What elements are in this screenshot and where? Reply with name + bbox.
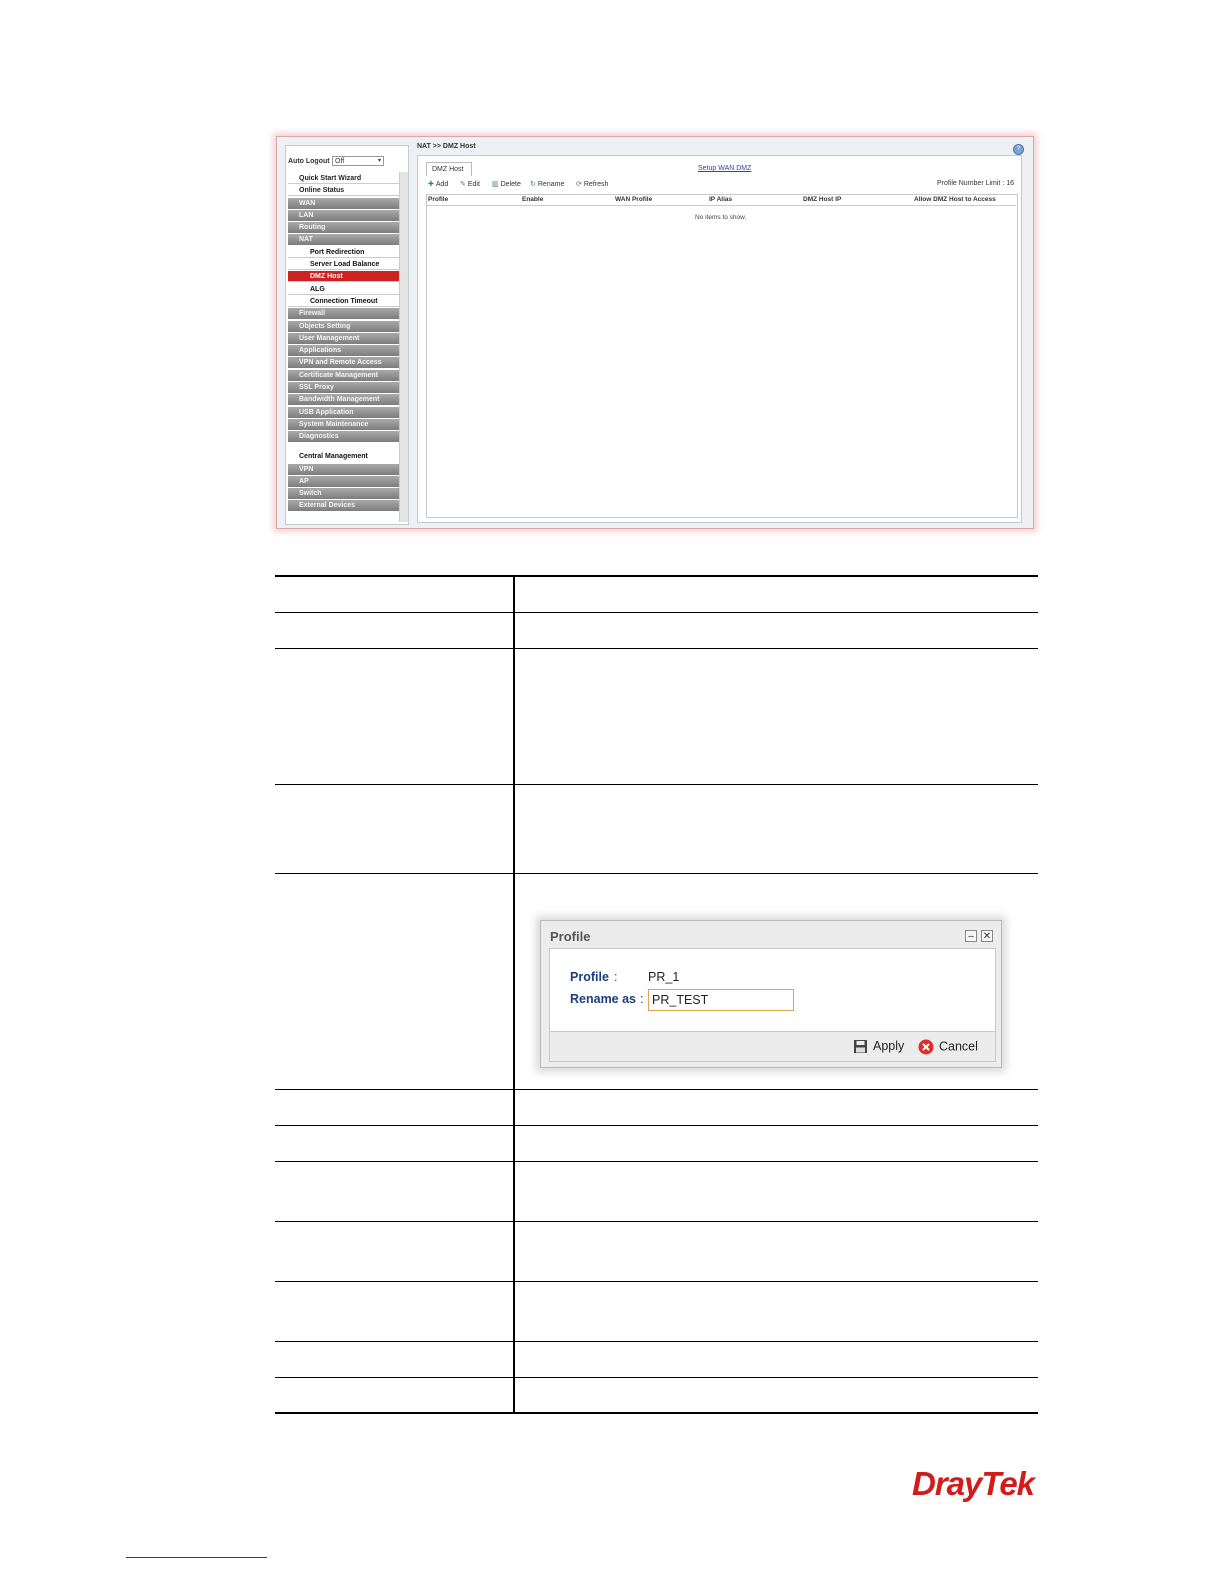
minimize-icon[interactable]: – xyxy=(965,930,977,942)
table-rule xyxy=(275,1089,1038,1090)
apply-button[interactable]: Apply xyxy=(853,1039,904,1054)
sidebar-item-objects-setting[interactable]: Objects Setting xyxy=(288,320,400,332)
colon: : xyxy=(614,970,618,984)
col-wan-profile[interactable]: WAN Profile xyxy=(615,196,652,203)
delete-button[interactable]: ▥ Delete xyxy=(492,180,521,188)
sidebar-item-diagnostics[interactable]: Diagnostics xyxy=(288,431,400,443)
table-rule xyxy=(275,1281,1038,1282)
content-panel: DMZ Host Setup WAN DMZ ✚ Add ✎ Edit ▥ Delet… xyxy=(417,155,1022,523)
save-icon xyxy=(854,1040,867,1054)
table-rule xyxy=(275,1221,1038,1222)
main-content: NAT >> DMZ Host ? DMZ Host Setup WAN DMZ… xyxy=(415,143,1028,525)
sidebar-item-ap[interactable]: AP xyxy=(288,475,400,487)
sidebar-item-user-management[interactable]: User Management xyxy=(288,332,400,344)
sidebar-item-system-maintenance[interactable]: System Maintenance xyxy=(288,418,400,430)
edit-icon: ✎ xyxy=(460,181,466,188)
table-rule xyxy=(275,575,1038,577)
col-profile[interactable]: Profile xyxy=(428,196,448,203)
sidebar-item-switch[interactable]: Switch xyxy=(288,488,400,500)
auto-logout-select[interactable]: Off ▾ xyxy=(332,156,384,166)
breadcrumb: NAT >> DMZ Host xyxy=(417,143,476,150)
sidebar-item-alg[interactable]: ALG xyxy=(288,283,400,295)
setup-wan-dmz-link[interactable]: Setup WAN DMZ xyxy=(698,165,751,172)
table-header: Profile Enable WAN Profile IP Alias DMZ … xyxy=(426,196,1016,206)
rename-input[interactable] xyxy=(648,989,794,1011)
sidebar-item-external-devices[interactable]: External Devices xyxy=(288,500,400,512)
rename-button[interactable]: ↻ Rename xyxy=(530,180,564,188)
table-rule xyxy=(275,612,1038,613)
dialog-footer: Apply Cancel xyxy=(549,1032,996,1062)
empty-message: No items to show. xyxy=(695,214,747,221)
sidebar-item-firewall[interactable]: Firewall xyxy=(288,308,400,320)
table-rule xyxy=(275,784,1038,785)
sidebar-item-connection-timeout[interactable]: Connection Timeout xyxy=(288,295,400,307)
refresh-button[interactable]: ⟳ Refresh xyxy=(576,180,608,188)
rename-dialog: Profile – ✕ Profile : PR_1 Rename as : A… xyxy=(540,920,1002,1068)
profile-label: Profile xyxy=(570,970,609,984)
table-rule xyxy=(275,1412,1038,1414)
sidebar-item-wan[interactable]: WAN xyxy=(288,197,400,209)
auto-logout-label: Auto Logout xyxy=(288,158,330,165)
col-allow-access[interactable]: Allow DMZ Host to Access xyxy=(914,196,996,203)
table-column-divider xyxy=(513,576,515,1414)
dialog-title: Profile xyxy=(550,929,591,944)
cancel-icon xyxy=(918,1039,934,1055)
profile-table xyxy=(426,194,1018,518)
table-rule xyxy=(275,873,1038,874)
draytek-logo: DrayTek xyxy=(912,1465,1035,1502)
trash-icon: ▥ xyxy=(492,181,499,188)
sidebar-item-dmz-host[interactable]: DMZ Host xyxy=(288,271,400,283)
sidebar-menu: Quick Start Wizard Online Status WAN LAN Rou… xyxy=(288,173,400,513)
help-icon[interactable]: ? xyxy=(1013,144,1024,155)
sidebar-item-lan[interactable]: LAN xyxy=(288,209,400,221)
sidebar-item-central-management: Central Management xyxy=(288,451,400,463)
col-dmz-host-ip[interactable]: DMZ Host IP xyxy=(803,196,841,203)
edit-button[interactable]: ✎ Edit xyxy=(460,180,480,188)
sidebar-item-port-redirection[interactable]: Port Redirection xyxy=(288,246,400,258)
chevron-down-icon: ▾ xyxy=(377,158,381,164)
auto-logout-value: Off xyxy=(335,158,345,165)
col-ip-alias[interactable]: IP Alias xyxy=(709,196,732,203)
sidebar: Auto Logout Off ▾ Quick Start Wizard Onli… xyxy=(285,145,409,525)
rename-label: Rename as xyxy=(570,992,637,1006)
sidebar-item-nat[interactable]: NAT xyxy=(288,234,400,246)
sidebar-item-vpn-and-remote-access[interactable]: VPN and Remote Access xyxy=(288,357,400,369)
table-rule xyxy=(275,1125,1038,1126)
table-rule xyxy=(275,1377,1038,1378)
colon: : xyxy=(640,992,644,1006)
close-icon[interactable]: ✕ xyxy=(981,930,993,942)
sidebar-item-applications[interactable]: Applications xyxy=(288,345,400,357)
dialog-body: Profile : PR_1 Rename as : xyxy=(549,948,996,1032)
sidebar-item-usb-application[interactable]: USB Application xyxy=(288,406,400,418)
toolbar: ✚ Add ✎ Edit ▥ Delete ↻ Rename ⟳ Refresh Prof… xyxy=(420,180,1018,192)
table-rule xyxy=(275,648,1038,649)
add-icon: ✚ xyxy=(428,181,434,188)
profile-value: PR_1 xyxy=(648,970,680,984)
table-rule xyxy=(275,1161,1038,1162)
sidebar-item-routing[interactable]: Routing xyxy=(288,222,400,234)
sidebar-item-bandwidth-management[interactable]: Bandwidth Management xyxy=(288,394,400,406)
tab-dmz-host[interactable]: DMZ Host xyxy=(426,162,472,176)
add-button[interactable]: ✚ Add xyxy=(428,180,448,188)
rename-icon: ↻ xyxy=(530,181,536,188)
profile-limit: Profile Number Limit : 16 xyxy=(936,180,1014,187)
sidebar-item-quick-start-wizard[interactable]: Quick Start Wizard xyxy=(288,173,400,184)
cancel-button[interactable]: Cancel xyxy=(918,1039,978,1055)
sidebar-scrollbar[interactable] xyxy=(399,172,408,522)
router-ui-screenshot: Auto Logout Off ▾ Quick Start Wizard Onli… xyxy=(276,136,1034,529)
footer-line xyxy=(126,1557,267,1558)
sidebar-item-vpn[interactable]: VPN xyxy=(288,463,400,475)
refresh-icon: ⟳ xyxy=(576,181,582,188)
col-enable[interactable]: Enable xyxy=(522,196,543,203)
sidebar-item-online-status[interactable]: Online Status xyxy=(288,185,400,197)
sidebar-item-server-load-balance[interactable]: Server Load Balance xyxy=(288,259,400,271)
sidebar-item-certificate-management[interactable]: Certificate Management xyxy=(288,369,400,381)
table-rule xyxy=(275,1341,1038,1342)
sidebar-item-ssl-proxy[interactable]: SSL Proxy xyxy=(288,382,400,394)
